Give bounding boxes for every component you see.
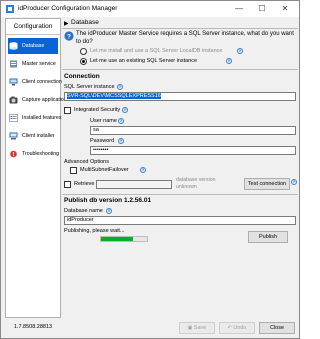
client-installer-icon xyxy=(9,132,18,140)
retrieve-label: Retrieve xyxy=(74,181,95,187)
publish-progress-bar xyxy=(100,236,148,242)
sidebar-item-label: Master service xyxy=(22,61,56,67)
radio-existing-label: Let me use an existing SQL Server instan… xyxy=(90,58,198,64)
sidebar-item-label: Installed features xyxy=(22,115,62,121)
test-connection-button[interactable]: Test connection xyxy=(244,178,290,190)
database-icon xyxy=(9,42,18,50)
radio-localdb[interactable] xyxy=(80,48,87,55)
client-connection-icon xyxy=(9,78,18,86)
database-info-text: The idProducer Master Service requires a… xyxy=(76,31,294,45)
instance-label: SQL Server instance xyxy=(64,84,115,90)
close-button[interactable]: Close xyxy=(259,322,295,334)
radio-existing[interactable] xyxy=(80,58,87,65)
sidebar-item-database[interactable]: Database xyxy=(8,38,58,54)
integrated-security-label: Integrated Security xyxy=(74,107,121,113)
master-service-icon xyxy=(10,60,17,68)
sidebar-header: Configuration xyxy=(6,19,60,35)
db-name-input[interactable]: idProducer xyxy=(64,216,296,225)
progress-fill xyxy=(101,237,134,241)
maximize-button[interactable]: ☐ xyxy=(251,2,273,16)
integrated-security-checkbox[interactable] xyxy=(64,107,71,114)
sidebar-item-label: Client connection xyxy=(22,79,62,85)
db-version-value: unknown xyxy=(176,184,197,190)
divider xyxy=(62,69,298,70)
help-icon[interactable]: ? xyxy=(226,58,232,64)
username-label: User name xyxy=(90,118,117,124)
help-icon[interactable]: ? xyxy=(106,208,112,214)
help-icon[interactable]: ? xyxy=(237,48,243,54)
help-icon: ? xyxy=(64,31,74,41)
sidebar-item-client-connection[interactable]: Client connection xyxy=(6,74,62,90)
username-input[interactable]: sa xyxy=(90,126,296,135)
sidebar-item-master-service[interactable]: Master service xyxy=(6,56,60,72)
divider xyxy=(62,194,298,195)
sidebar-item-installed-features[interactable]: Installed features xyxy=(6,110,62,126)
window-title: idProducer Configuration Manager xyxy=(18,5,118,12)
close-window-button[interactable]: ✕ xyxy=(274,2,296,16)
help-icon[interactable]: ? xyxy=(118,118,124,124)
minimize-button[interactable]: — xyxy=(228,2,250,16)
capture-application-icon xyxy=(9,96,18,104)
expand-arrow-icon: ▶ xyxy=(64,21,69,27)
db-name-label: Database name xyxy=(64,208,103,214)
installed-features-icon xyxy=(9,114,18,122)
db-version-field xyxy=(96,180,172,189)
divider xyxy=(62,28,298,29)
advanced-options-label: Advanced Options xyxy=(64,159,109,165)
sidebar-item-capture-application[interactable]: Capture application xyxy=(6,92,67,108)
multisubnet-checkbox[interactable] xyxy=(70,167,77,174)
help-icon[interactable]: ? xyxy=(117,84,123,90)
section-title-database: Database xyxy=(71,19,99,26)
sidebar-item-troubleshooting[interactable]: Troubleshooting xyxy=(6,146,60,162)
help-icon[interactable]: ? xyxy=(122,107,128,113)
sidebar-item-label: Client installer xyxy=(22,133,55,139)
section-title-publish: Publish db version 1.2.56.01 xyxy=(64,197,152,204)
radio-localdb-label: Let me install and use a SQL Server Loca… xyxy=(90,48,223,54)
undo-button[interactable]: ↶ Undo xyxy=(219,322,255,334)
app-icon xyxy=(6,5,14,13)
help-icon[interactable]: ? xyxy=(140,167,146,173)
db-version-label: database version xyxy=(176,177,216,183)
help-icon[interactable]: ? xyxy=(118,138,124,144)
troubleshooting-icon xyxy=(10,150,17,158)
sidebar: Configuration Database Master service Cl… xyxy=(5,18,67,318)
sidebar-item-label: Database xyxy=(22,43,45,49)
sql-instance-input[interactable]: SVR-SQL\DEV\MCSSQLEXPRESS16 xyxy=(64,92,296,101)
version-label: 1.7.8508.28813 xyxy=(13,324,53,330)
svg-text:?: ? xyxy=(67,33,71,40)
multisubnet-label: MultiSubnetFailover xyxy=(80,167,129,173)
sidebar-item-client-installer[interactable]: Client installer xyxy=(6,128,60,144)
main-window: idProducer Configuration Manager — ☐ ✕ C… xyxy=(0,0,300,339)
title-bar: idProducer Configuration Manager — ☐ ✕ xyxy=(1,1,299,17)
publishing-status: Publishing, please wait... xyxy=(64,228,125,234)
save-button[interactable]: ▣ Save xyxy=(179,322,215,334)
password-input[interactable]: •••••••• xyxy=(90,146,296,155)
retrieve-checkbox[interactable] xyxy=(64,181,71,188)
section-title-connection: Connection xyxy=(64,73,100,80)
sidebar-item-label: Capture application xyxy=(22,97,67,103)
help-icon[interactable]: ? xyxy=(291,179,297,185)
sidebar-item-label: Troubleshooting xyxy=(22,151,60,157)
publish-button[interactable]: Publish xyxy=(248,231,288,243)
password-label: Password xyxy=(90,138,115,144)
